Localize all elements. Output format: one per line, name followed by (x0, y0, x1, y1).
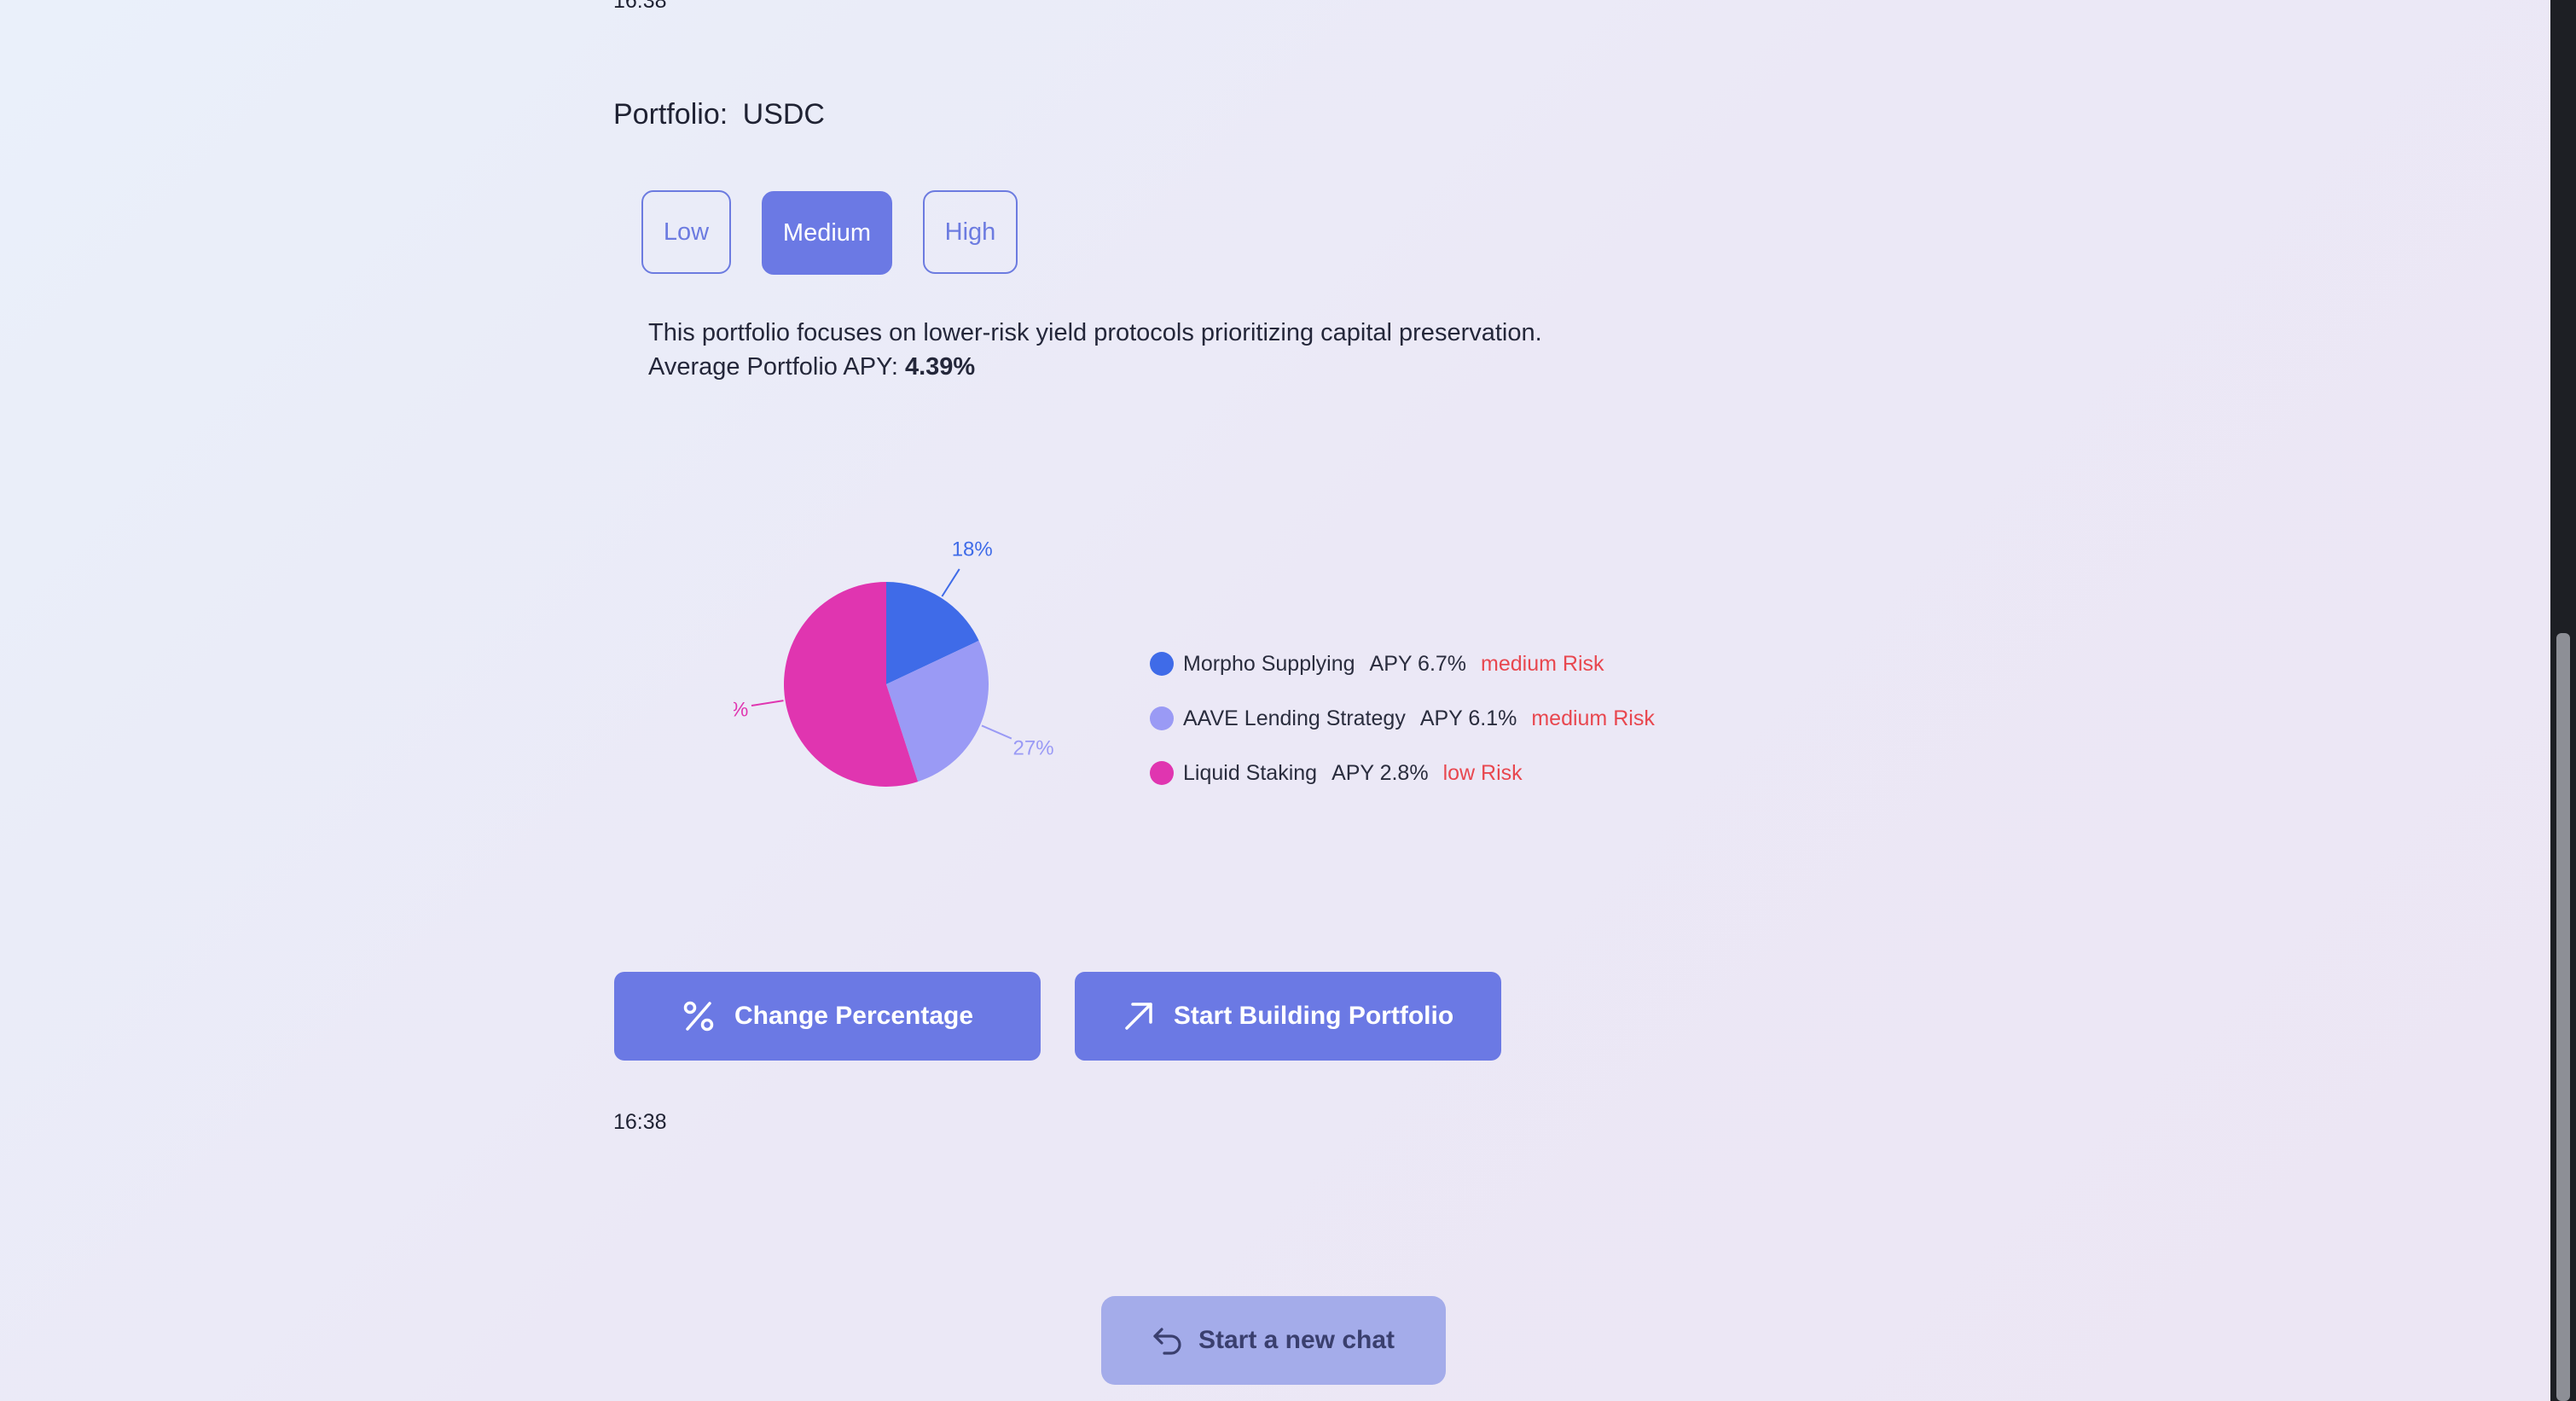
risk-high-button[interactable]: High (923, 190, 1018, 274)
legend-item: Morpho Supplying APY 6.7% medium Risk (1150, 647, 1655, 681)
legend-dot (1150, 706, 1174, 730)
portfolio-asset: USDC (742, 98, 825, 131)
legend-risk: medium Risk (1531, 706, 1655, 730)
pie-percentage-label: 27% (1013, 737, 1054, 760)
start-new-chat-button[interactable]: Start a new chat (1101, 1296, 1446, 1385)
change-percentage-button[interactable]: Change Percentage (614, 972, 1041, 1061)
average-apy-value: 4.39% (904, 353, 976, 381)
pie-leader-line (751, 700, 784, 707)
average-apy-label: Average Portfolio APY: (648, 353, 898, 381)
risk-low-button[interactable]: Low (641, 190, 731, 274)
change-percentage-label: Change Percentage (734, 1002, 974, 1030)
top-timestamp: 16:38 (613, 0, 667, 13)
legend-name: AAVE Lending Strategy (1183, 706, 1406, 730)
legend-risk: low Risk (1442, 760, 1523, 785)
legend-item: Liquid Staking APY 2.8% low Risk (1150, 756, 1655, 790)
pie-leader-line (941, 568, 960, 597)
legend-risk: medium Risk (1481, 651, 1604, 676)
pie-percentage-label: 18% (952, 538, 993, 561)
risk-medium-button[interactable]: Medium (762, 191, 892, 275)
legend-apy: APY 6.7% (1369, 651, 1467, 676)
bottom-timestamp: 16:38 (613, 1110, 667, 1134)
arrow-up-right-icon (1125, 1003, 1152, 1030)
description-text: This portfolio focuses on lower-risk yie… (648, 319, 1542, 346)
legend-dot (1150, 652, 1174, 676)
start-building-portfolio-label: Start Building Portfolio (1173, 1002, 1454, 1030)
undo-arrow-icon (1153, 1328, 1181, 1355)
legend-name: Morpho Supplying (1183, 651, 1355, 676)
pie-leader-line (981, 724, 1012, 740)
allocation-pie-chart: 18% 27% 55% (734, 538, 1054, 787)
allocation-legend: Morpho Supplying APY 6.7% medium Risk AA… (1150, 647, 1655, 790)
pie-percentage-label: 55% (734, 698, 748, 721)
start-building-portfolio-button[interactable]: Start Building Portfolio (1075, 972, 1501, 1061)
scrollbar-thumb[interactable] (2556, 633, 2570, 1401)
legend-item: AAVE Lending Strategy APY 6.1% medium Ri… (1150, 701, 1655, 735)
portfolio-label: Portfolio: (613, 98, 728, 131)
legend-apy: APY 6.1% (1419, 706, 1517, 730)
percent-icon (683, 1001, 714, 1032)
portfolio-description: This portfolio focuses on lower-risk yie… (648, 316, 1542, 384)
portfolio-title: Portfolio: USDC (613, 98, 825, 131)
start-new-chat-label: Start a new chat (1198, 1326, 1395, 1354)
legend-dot (1150, 761, 1174, 785)
scrollbar-track[interactable] (2550, 0, 2576, 1401)
legend-apy: APY 2.8% (1332, 760, 1429, 785)
average-apy: Average Portfolio APY: 4.39% (648, 350, 1542, 384)
legend-name: Liquid Staking (1183, 760, 1318, 785)
